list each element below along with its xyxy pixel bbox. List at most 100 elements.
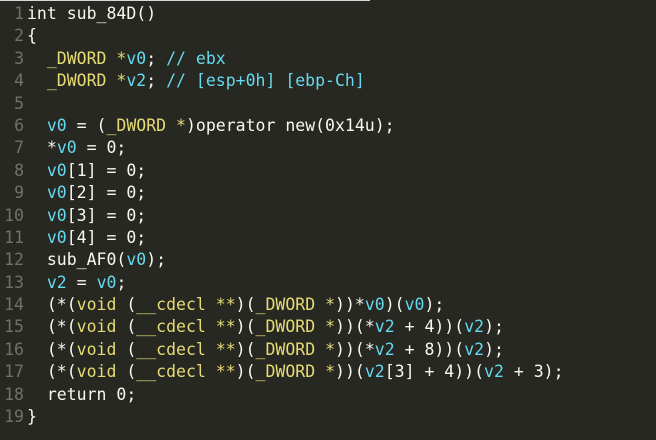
code-line[interactable]: 18 return 0; [0,384,656,406]
code-token: + 4))( [394,317,465,337]
code-token: ( [116,295,137,315]
code-line[interactable]: 8 v0[1] = 0; [0,160,656,182]
code-token: * [116,48,127,68]
code-text: v0[1] = 0; [27,160,656,182]
code-token: = [66,272,97,292]
code-token: ); [424,295,445,315]
code-line[interactable]: 5 [0,93,656,115]
code-token: (*( [27,339,77,359]
line-number: 6 [14,115,24,135]
code-token: ); [484,339,504,359]
code-line[interactable]: 9 v0[2] = 0; [0,182,656,204]
code-token: * [325,339,336,359]
top-divider [0,0,370,1]
code-token: )( [384,295,405,315]
code-token: __cdecl [136,339,206,359]
code-line[interactable]: 2{ [0,25,656,47]
line-number: 5 [14,93,24,113]
code-text: v0 = (_DWORD *)operator new(0x14u); [27,115,656,137]
code-token: ( [116,339,137,359]
code-token: v2 [464,339,485,359]
line-number: 4 [14,71,24,91]
code-text: { [27,25,656,47]
code-token: v0 [46,227,67,247]
code-line[interactable]: 19} [0,406,656,428]
code-token: = 0; [76,138,127,158]
code-token: ** [215,362,236,382]
code-line[interactable]: 14 (*(void (__cdecl **)(_DWORD *))*v0)(v… [0,294,656,316]
code-text: (*(void (__cdecl **)(_DWORD *))(*v2 + 8)… [27,339,656,361]
code-line[interactable]: 11 v0[4] = 0; [0,227,656,249]
code-token: _DWORD [46,71,107,91]
code-token: // ebx [166,48,226,68]
code-line[interactable]: 10 v0[3] = 0; [0,205,656,227]
code-line[interactable]: 4 _DWORD *v2; // [esp+0h] [ebp-Ch] [0,70,656,92]
code-token: _DWORD [255,317,316,337]
code-token: v0 [96,272,117,292]
code-text: } [27,406,656,428]
code-token: v2 [364,362,385,382]
code-token: ))* [335,295,365,315]
code-token: int sub_84D() [27,4,157,23]
line-number: 10 [4,205,24,225]
code-token: __cdecl [136,362,206,382]
code-text: v0[4] = 0; [27,227,656,249]
code-token: v2 [484,362,504,382]
code-line[interactable]: 16 (*(void (__cdecl **)(_DWORD *))(*v2 +… [0,339,656,361]
code-token: _DWORD [106,115,167,135]
code-token: ** [215,295,236,315]
code-token: v0 [46,115,67,135]
line-number: 15 [4,317,24,337]
code-token: = ( [66,115,107,135]
code-token: void [76,339,117,359]
line-number: 14 [4,295,24,315]
line-number: 11 [4,227,24,247]
code-token: _DWORD [255,339,316,359]
code-text: int sub_84D() [27,3,656,25]
code-token: ); [146,250,167,270]
code-token: ; [116,272,127,292]
code-token: v0 [404,295,425,315]
code-text: _DWORD *v2; // [esp+0h] [ebp-Ch] [27,70,656,92]
code-token: sub_AF0( [27,250,127,270]
code-line[interactable]: 7 *v0 = 0; [0,137,656,159]
code-editor[interactable]: 1 int sub_84D() 2{3 _DWORD *v0; // ebx 4 _D… [0,0,656,440]
code-token: v0 [56,138,77,158]
code-text: (*(void (__cdecl **)(_DWORD *))(v2[3] + … [27,361,656,383]
code-token: v2 [46,272,67,292]
code-line[interactable]: 12 sub_AF0(v0); [0,249,656,271]
code-token: void [76,362,117,382]
code-line[interactable]: 15 (*(void (__cdecl **)(_DWORD *))(*v2 +… [0,316,656,338]
code-token: v2 [464,317,485,337]
code-token: __cdecl [136,317,206,337]
code-line[interactable]: 17 (*(void (__cdecl **)(_DWORD *))(v2[3]… [0,361,656,383]
code-line[interactable]: 1 int sub_84D() [0,3,656,25]
line-number: 17 [4,362,24,382]
code-token: )( [235,295,256,315]
code-token: + 3); [503,362,564,382]
code-token: v2 [126,71,147,91]
code-token: [3] = 0; [66,205,147,225]
code-token: __cdecl [136,295,206,315]
line-number: 2 [14,26,24,46]
code-token: )( [235,317,256,337]
code-line[interactable]: 6 v0 = (_DWORD *)operator new(0x14u); [0,115,656,137]
code-line[interactable]: 13 v2 = v0; [0,272,656,294]
code-token: v2 [374,339,395,359]
code-token: v0 [46,205,67,225]
code-line[interactable]: 3 _DWORD *v0; // ebx [0,48,656,70]
code-token: _DWORD [46,48,107,68]
code-token: v0 [126,48,147,68]
code-token: * [27,138,57,158]
code-text: (*(void (__cdecl **)(_DWORD *))(*v2 + 4)… [27,316,656,338]
code-token: ); [484,317,504,337]
line-number: 18 [4,384,24,404]
code-token: v0 [46,183,67,203]
code-token: return 0; [27,384,137,404]
